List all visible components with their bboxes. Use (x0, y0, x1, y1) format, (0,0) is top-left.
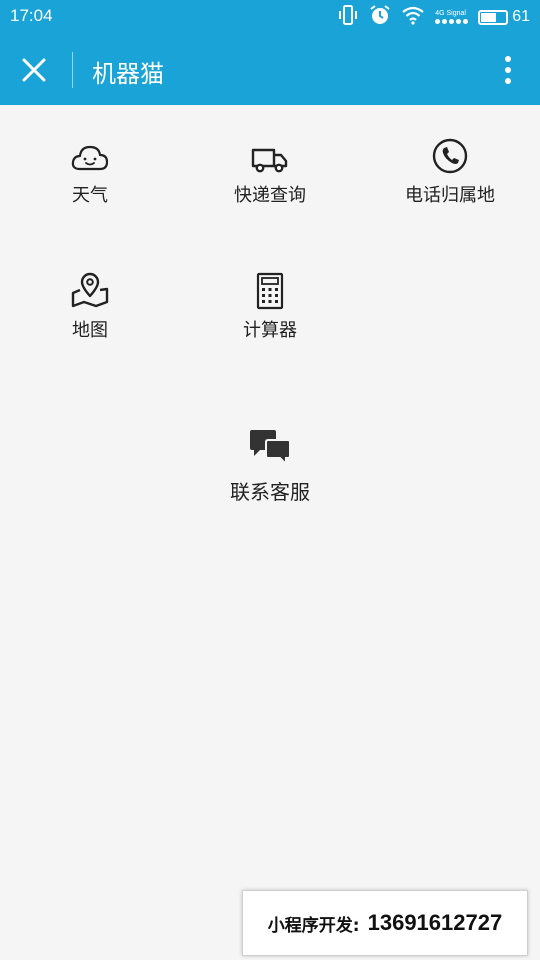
battery-text: 61 (512, 8, 530, 25)
close-icon (22, 58, 46, 82)
calculator-icon (256, 270, 284, 310)
tile-label: 天气 (72, 185, 108, 206)
close-button[interactable] (14, 50, 54, 90)
more-vertical-icon (505, 56, 511, 84)
tile-calculator[interactable]: 计算器 (180, 270, 360, 342)
contact-service-label: 联系客服 (230, 480, 310, 504)
banner-label: 小程序开发: (267, 915, 360, 936)
battery: 61 (478, 8, 530, 26)
truck-icon (250, 135, 290, 175)
status-bar: 17:04 4G Signal 61 (0, 0, 540, 34)
tile-weather[interactable]: 天气 (0, 135, 180, 207)
developer-contact-banner: 小程序开发: 13691612727 (242, 890, 528, 956)
battery-icon (478, 9, 509, 25)
more-button[interactable] (498, 50, 518, 90)
status-icons: 4G Signal 61 (337, 4, 530, 30)
cellular-signal: 4G Signal (435, 10, 469, 24)
tile-label: 电话归属地 (405, 185, 495, 206)
chat-bubbles-icon (248, 428, 292, 470)
map-pin-icon (70, 270, 110, 310)
page-title: 机器猫 (92, 60, 164, 88)
title-divider (72, 52, 73, 88)
signal-dots-icon (435, 19, 469, 24)
status-time: 17:04 (10, 6, 53, 25)
tile-label: 地图 (72, 320, 108, 341)
tile-phone-location[interactable]: 电话归属地 (360, 135, 540, 207)
tile-map[interactable]: 地图 (0, 270, 180, 342)
phone-icon (431, 135, 469, 175)
wifi-icon (401, 5, 425, 29)
tile-label: 计算器 (243, 320, 297, 341)
alarm-icon (369, 4, 391, 30)
contact-service-button[interactable]: 联系客服 (190, 428, 350, 505)
tile-express-query[interactable]: 快递查询 (180, 135, 360, 207)
vibrate-icon (337, 5, 359, 29)
tile-label: 快递查询 (234, 185, 306, 206)
cloud-icon (70, 135, 110, 175)
title-bar: 机器猫 (0, 34, 540, 105)
banner-phone-number: 13691612727 (367, 910, 503, 935)
